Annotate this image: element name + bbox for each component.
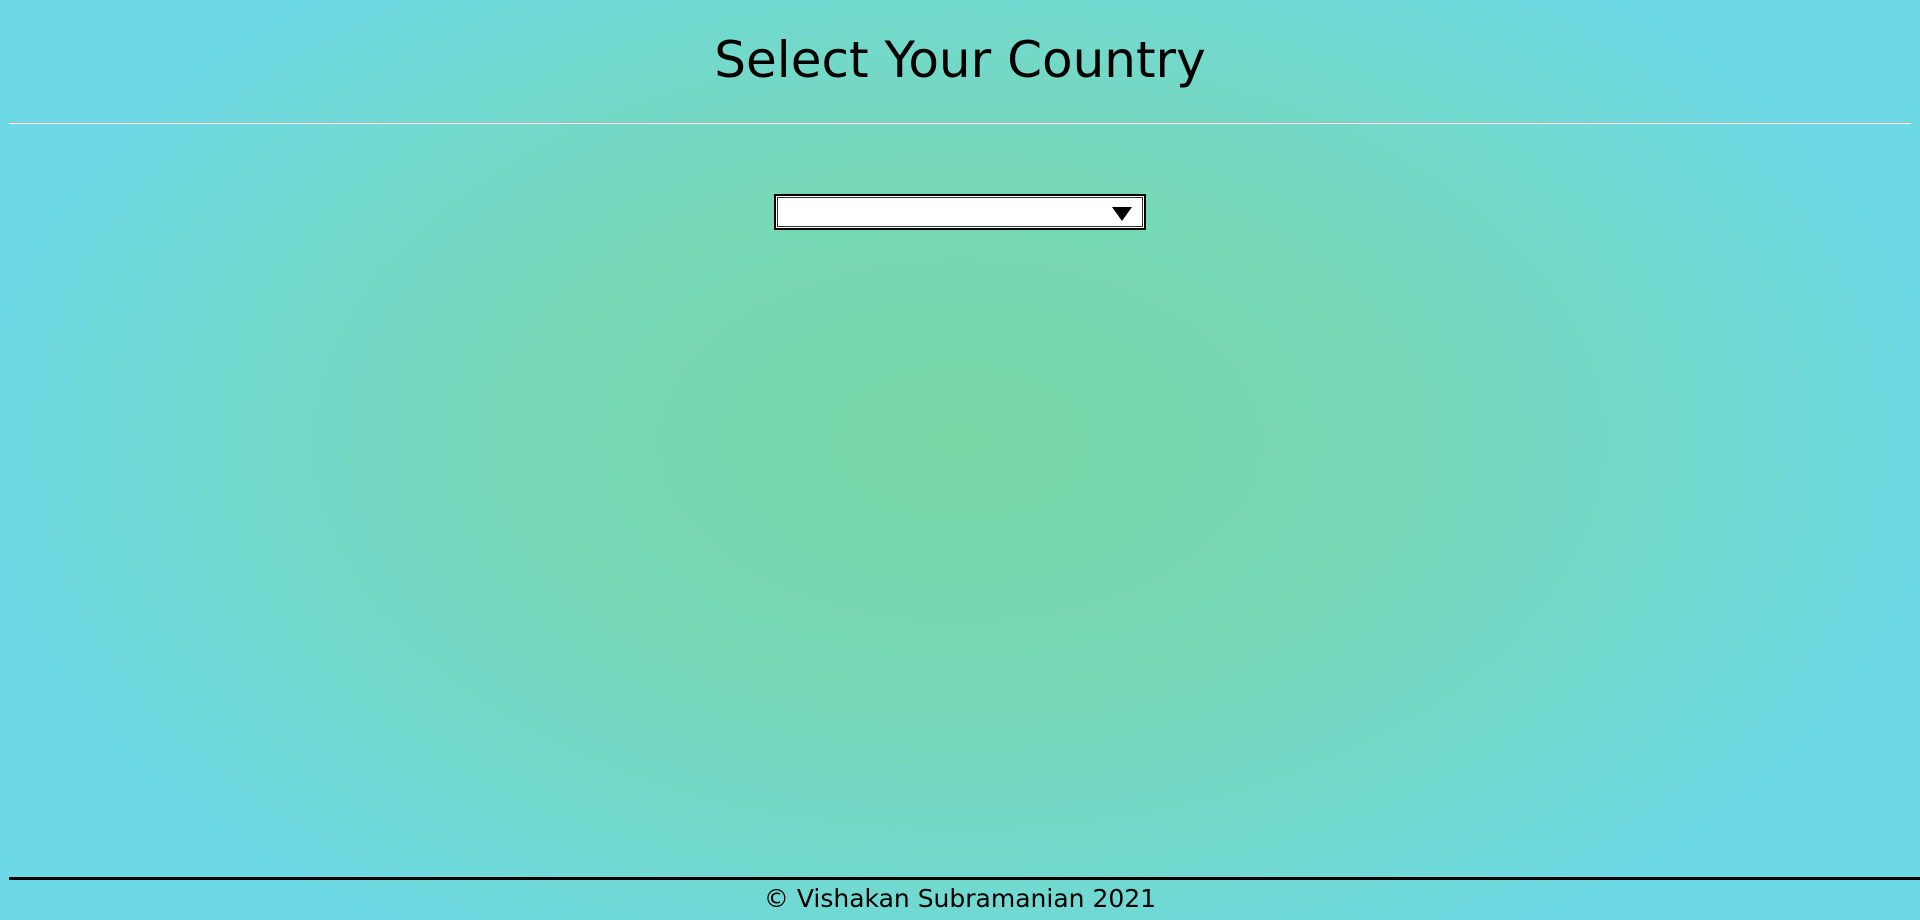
header-divider: [9, 122, 1911, 124]
page-title: Select Your Country: [714, 31, 1206, 89]
chevron-down-icon[interactable]: [1112, 207, 1132, 221]
country-select[interactable]: [774, 194, 1146, 230]
footer-divider: [9, 877, 1920, 880]
footer-copyright: © Vishakan Subramanian 2021: [763, 884, 1157, 913]
